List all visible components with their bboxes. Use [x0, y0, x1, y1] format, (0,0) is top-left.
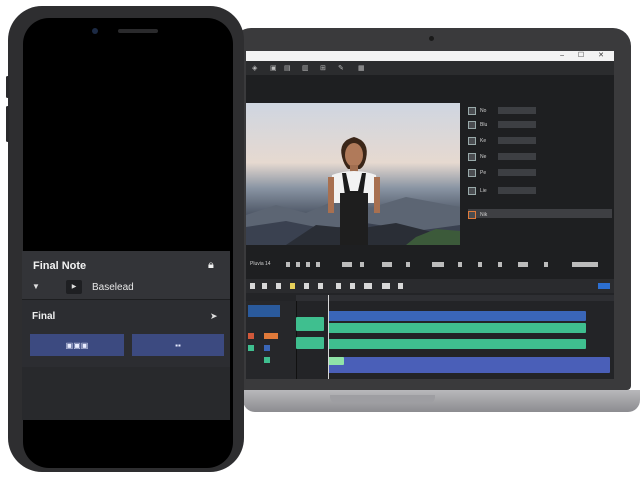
window-titlebar: – ☐ ✕	[246, 51, 614, 61]
square-icon	[468, 169, 476, 177]
left-action-button[interactable]: ▣▣▣	[30, 334, 124, 356]
timeline-panel	[246, 279, 614, 379]
sheet-title: Final Note	[33, 260, 87, 272]
track-color-icon	[248, 333, 254, 339]
timeline-clip[interactable]	[296, 337, 324, 349]
toolbar-icon-1[interactable]: ◈	[252, 64, 257, 72]
property-field[interactable]	[498, 187, 536, 194]
timeline-clip[interactable]	[296, 317, 324, 331]
timeline-clip[interactable]	[328, 339, 586, 349]
bottom-sheet: Final Note 🔒︎ ▼ ▶ Baselead Final ➤ ▣▣▣ ▪…	[22, 251, 230, 420]
property-field[interactable]	[498, 169, 536, 176]
divider	[22, 299, 230, 300]
track-headers	[246, 301, 297, 379]
phone-side-button	[6, 106, 9, 142]
toolbar-icon-5[interactable]: ⊞	[320, 64, 326, 72]
square-icon	[468, 137, 476, 145]
chevron-down-icon[interactable]: ▼	[32, 282, 40, 291]
video-preview[interactable]	[246, 103, 460, 245]
control-icons[interactable]	[282, 260, 612, 270]
right-action-button[interactable]: ▪▪	[132, 334, 224, 356]
toolbar-icon-7[interactable]: ▦	[358, 64, 365, 72]
track-color-icon	[264, 333, 278, 339]
property-field[interactable]	[498, 107, 536, 114]
front-camera	[92, 28, 98, 34]
track-header-video[interactable]	[248, 305, 280, 317]
laptop-camera	[429, 36, 434, 41]
track-color-icon	[264, 345, 270, 351]
sheet-footer	[22, 367, 230, 420]
property-field[interactable]	[498, 153, 536, 160]
property-label: No	[480, 108, 487, 114]
timeline-tool-icons[interactable]	[246, 279, 614, 293]
square-icon	[468, 187, 476, 195]
laptop: – ☐ ✕ ◈ ▣ ▤ ▥ ⊞ ✎ ▦ No Blu Ke Ne Pe Lie …	[233, 28, 631, 390]
square-icon	[468, 211, 476, 219]
video-editor-window: – ☐ ✕ ◈ ▣ ▤ ▥ ⊞ ✎ ▦ No Blu Ke Ne Pe Lie …	[246, 51, 614, 379]
property-label: Blu	[480, 122, 488, 128]
timecode-label: Pluvia 14	[250, 261, 271, 267]
timeline-clip[interactable]	[328, 323, 586, 333]
person-figure	[328, 137, 380, 245]
lock-icon[interactable]: 🔒︎	[208, 259, 214, 272]
square-icon	[468, 121, 476, 129]
property-field[interactable]	[498, 121, 536, 128]
square-icon	[468, 153, 476, 161]
selected-property-highlight	[468, 209, 612, 218]
property-label: Lie	[480, 188, 487, 194]
property-label: Ne	[480, 154, 487, 160]
property-label: Ke	[480, 138, 487, 144]
property-label: Nik	[480, 212, 488, 218]
toolbar-icon-3[interactable]: ▤	[284, 64, 291, 72]
laptop-base	[243, 390, 640, 412]
send-icon[interactable]: ➤	[210, 311, 218, 322]
timeline-clip[interactable]	[328, 357, 344, 365]
toolbar-icon-4[interactable]: ▥	[302, 64, 309, 72]
timeline-tools	[246, 279, 614, 293]
toolbar-icon-2[interactable]: ▣	[270, 64, 277, 72]
sheet-subtitle: Baselead	[92, 282, 134, 293]
timeline-clip[interactable]	[328, 311, 586, 321]
section-label: Final	[32, 311, 56, 322]
timeline-clip[interactable]	[328, 357, 610, 373]
playback-controls: Pluvia 14	[246, 259, 614, 271]
property-label: Pe	[480, 170, 487, 176]
square-icon	[468, 107, 476, 115]
phone-speaker	[118, 29, 158, 33]
toolbar-icon-6[interactable]: ✎	[338, 64, 344, 72]
property-field[interactable]	[498, 137, 536, 144]
properties-panel: No Blu Ke Ne Pe Lie Nik	[468, 103, 614, 245]
timeline-ruler[interactable]	[296, 295, 614, 301]
track-color-icon	[248, 345, 254, 351]
phone-side-button	[6, 76, 9, 98]
laptop-base-notch	[330, 395, 435, 403]
playhead[interactable]	[328, 295, 329, 379]
track-color-icon	[264, 357, 270, 363]
window-controls[interactable]: – ☐ ✕	[560, 51, 610, 59]
play-chip[interactable]: ▶	[66, 280, 82, 294]
